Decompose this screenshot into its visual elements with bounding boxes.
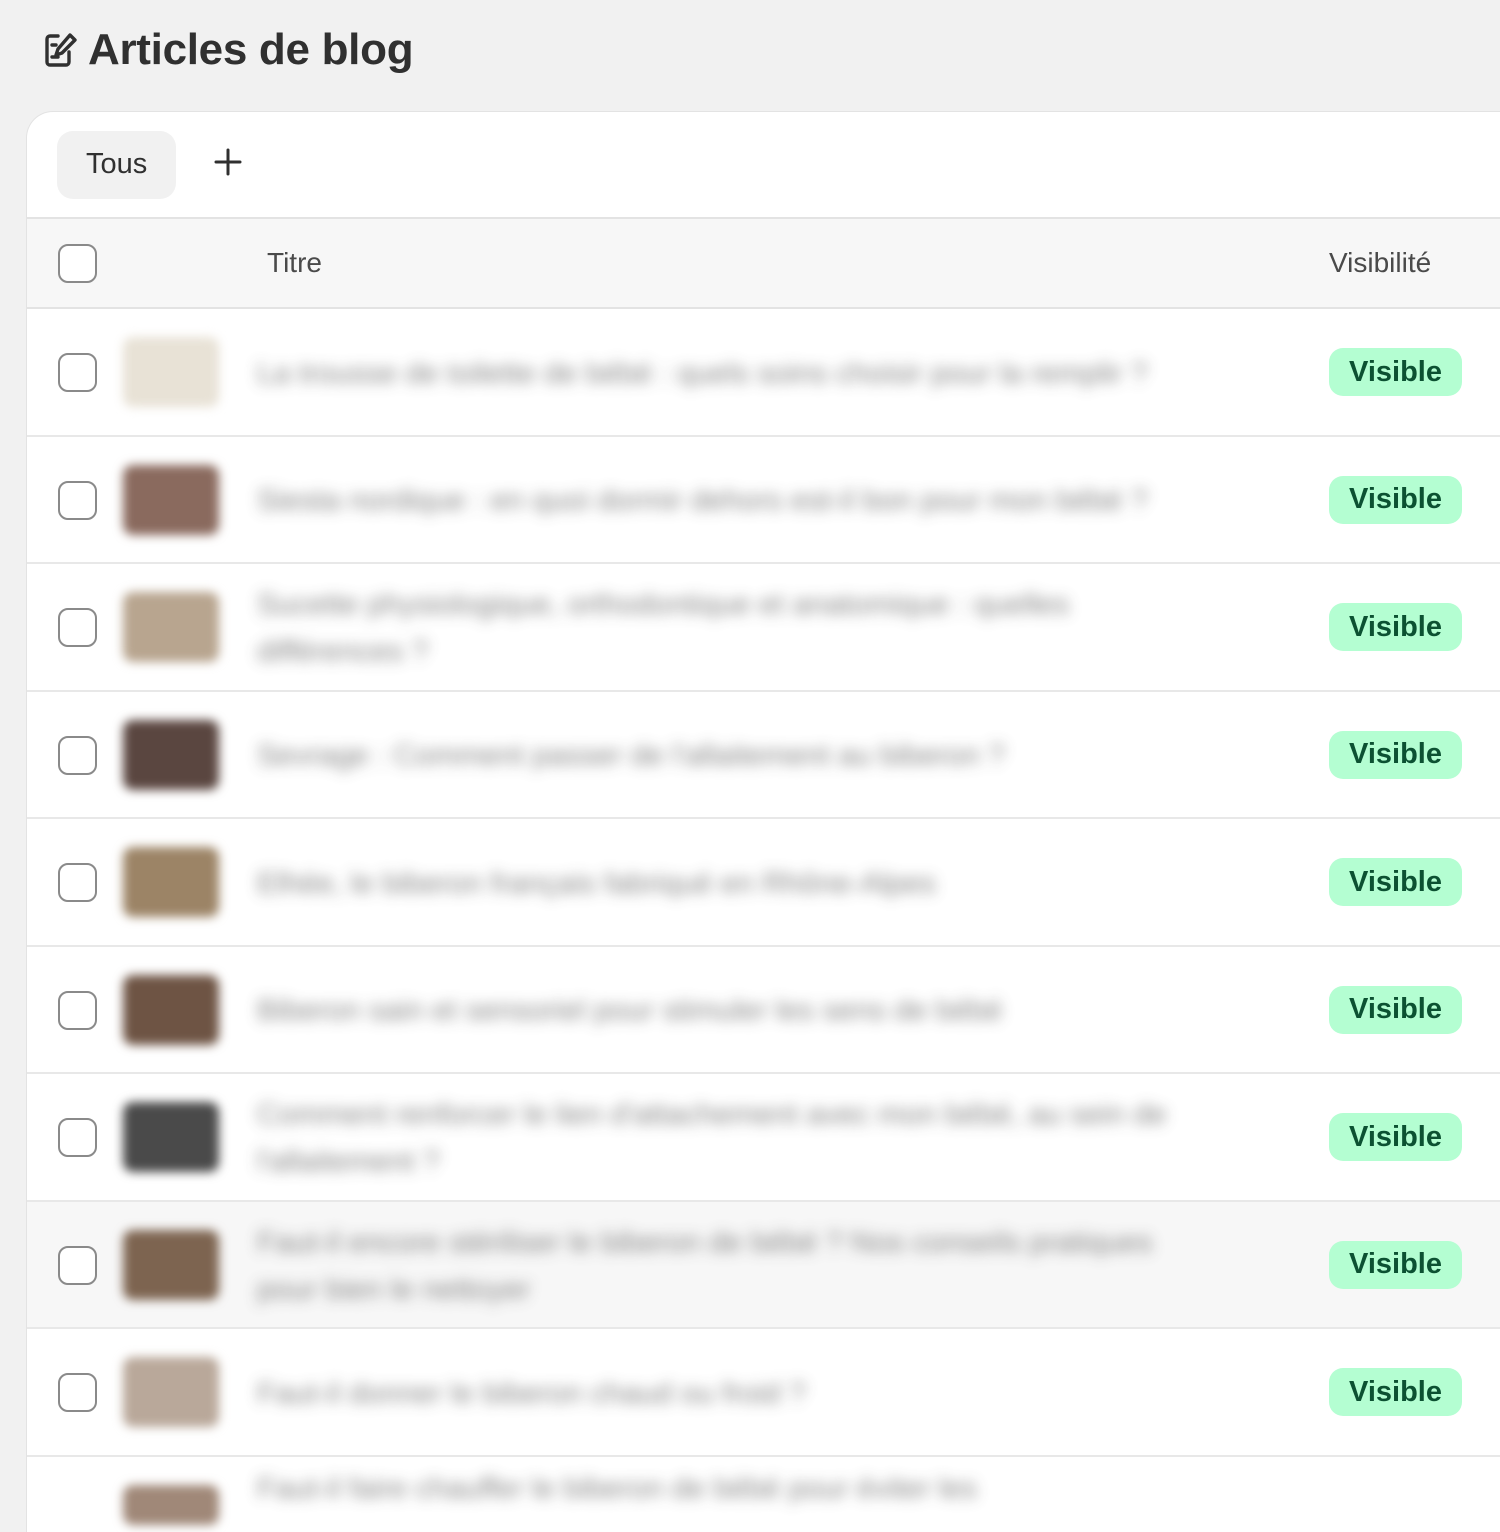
visibility-badge: Visible	[1329, 603, 1462, 651]
table-row[interactable]: Faut-il faire chauffer le biberon de béb…	[27, 1456, 1500, 1525]
post-title[interactable]: Faut-il faire chauffer le biberon de béb…	[257, 1469, 1217, 1509]
post-title[interactable]: Faut-il encore stériliser le biberon de …	[257, 1218, 1217, 1314]
page-header: Articles de blog	[44, 24, 414, 76]
table-header: Titre Visibilité	[27, 219, 1500, 309]
visibility-badge: Visible	[1329, 1240, 1462, 1289]
post-thumbnail	[123, 1229, 219, 1300]
post-thumbnail	[123, 337, 219, 407]
row-checkbox[interactable]	[58, 990, 97, 1030]
page-title: Articles de blog	[88, 25, 414, 74]
post-thumbnail	[123, 1102, 219, 1172]
post-title[interactable]: Elhée, le biberon français fabriqué en R…	[257, 835, 1217, 931]
visibility-badge: Visible	[1329, 475, 1462, 524]
row-checkbox[interactable]	[58, 1245, 97, 1285]
post-thumbnail	[123, 464, 219, 535]
plus-icon	[214, 148, 242, 181]
row-checkbox[interactable]	[58, 1373, 97, 1412]
visibility-badge: Visible	[1329, 858, 1462, 906]
post-thumbnail	[123, 847, 219, 917]
post-title[interactable]: Sucette physiologique, orthodontique et …	[257, 580, 1217, 676]
row-checkbox[interactable]	[58, 353, 97, 392]
tab-all[interactable]: Tous	[57, 130, 177, 199]
tabs-bar: Tous	[27, 112, 1500, 219]
post-title[interactable]: Faut-il donner le biberon chaud ou froid…	[257, 1345, 1217, 1441]
table-row[interactable]: Elhée, le biberon français fabriqué en R…	[27, 819, 1500, 947]
column-header-title[interactable]: Titre	[267, 247, 322, 279]
table-row[interactable]: Siesta nordique : en quoi dormir dehors …	[27, 436, 1500, 564]
table-row[interactable]: Sucette physiologique, orthodontique et …	[27, 564, 1500, 692]
table-row[interactable]: Faut-il donner le biberon chaud ou froid…	[27, 1329, 1500, 1457]
post-title[interactable]: Siesta nordique : en quoi dormir dehors …	[257, 453, 1217, 549]
table-row[interactable]: Biberon sain et sensoriel pour stimuler …	[27, 946, 1500, 1074]
visibility-badge: Visible	[1329, 1368, 1462, 1416]
row-checkbox[interactable]	[58, 608, 97, 647]
visibility-badge: Visible	[1329, 1113, 1462, 1161]
post-title[interactable]: Biberon sain et sensoriel pour stimuler …	[257, 963, 1217, 1059]
post-title[interactable]: La trousse de toilette de bébé : quels s…	[257, 325, 1217, 421]
post-title[interactable]: Sevrage : Comment passer de l'allaitemen…	[257, 708, 1217, 804]
post-title[interactable]: Comment renforcer le lien d'attachement …	[257, 1090, 1217, 1186]
row-checkbox[interactable]	[58, 480, 97, 520]
row-checkbox[interactable]	[58, 863, 97, 902]
visibility-badge: Visible	[1329, 730, 1462, 779]
post-thumbnail	[123, 719, 219, 790]
row-checkbox[interactable]	[58, 735, 97, 775]
post-thumbnail	[123, 592, 219, 662]
add-view-button[interactable]	[198, 135, 258, 195]
table-row[interactable]: Sevrage : Comment passer de l'allaitemen…	[27, 691, 1500, 819]
post-thumbnail	[123, 1357, 219, 1427]
post-thumbnail	[123, 1484, 219, 1525]
select-all-checkbox[interactable]	[58, 244, 97, 283]
table-row[interactable]: Faut-il encore stériliser le biberon de …	[27, 1201, 1500, 1329]
post-thumbnail	[123, 974, 219, 1045]
edit-document-icon	[44, 32, 78, 68]
table-body: La trousse de toilette de bébé : quels s…	[27, 309, 1500, 1525]
row-checkbox[interactable]	[58, 1118, 97, 1157]
blog-posts-card: Tous Titre Visibilité La trousse de toil…	[27, 112, 1500, 1532]
table-row[interactable]: La trousse de toilette de bébé : quels s…	[27, 309, 1500, 437]
table-row[interactable]: Comment renforcer le lien d'attachement …	[27, 1074, 1500, 1202]
visibility-badge: Visible	[1329, 348, 1462, 396]
column-header-visibility[interactable]: Visibilité	[1329, 247, 1431, 279]
visibility-badge: Visible	[1329, 985, 1462, 1034]
